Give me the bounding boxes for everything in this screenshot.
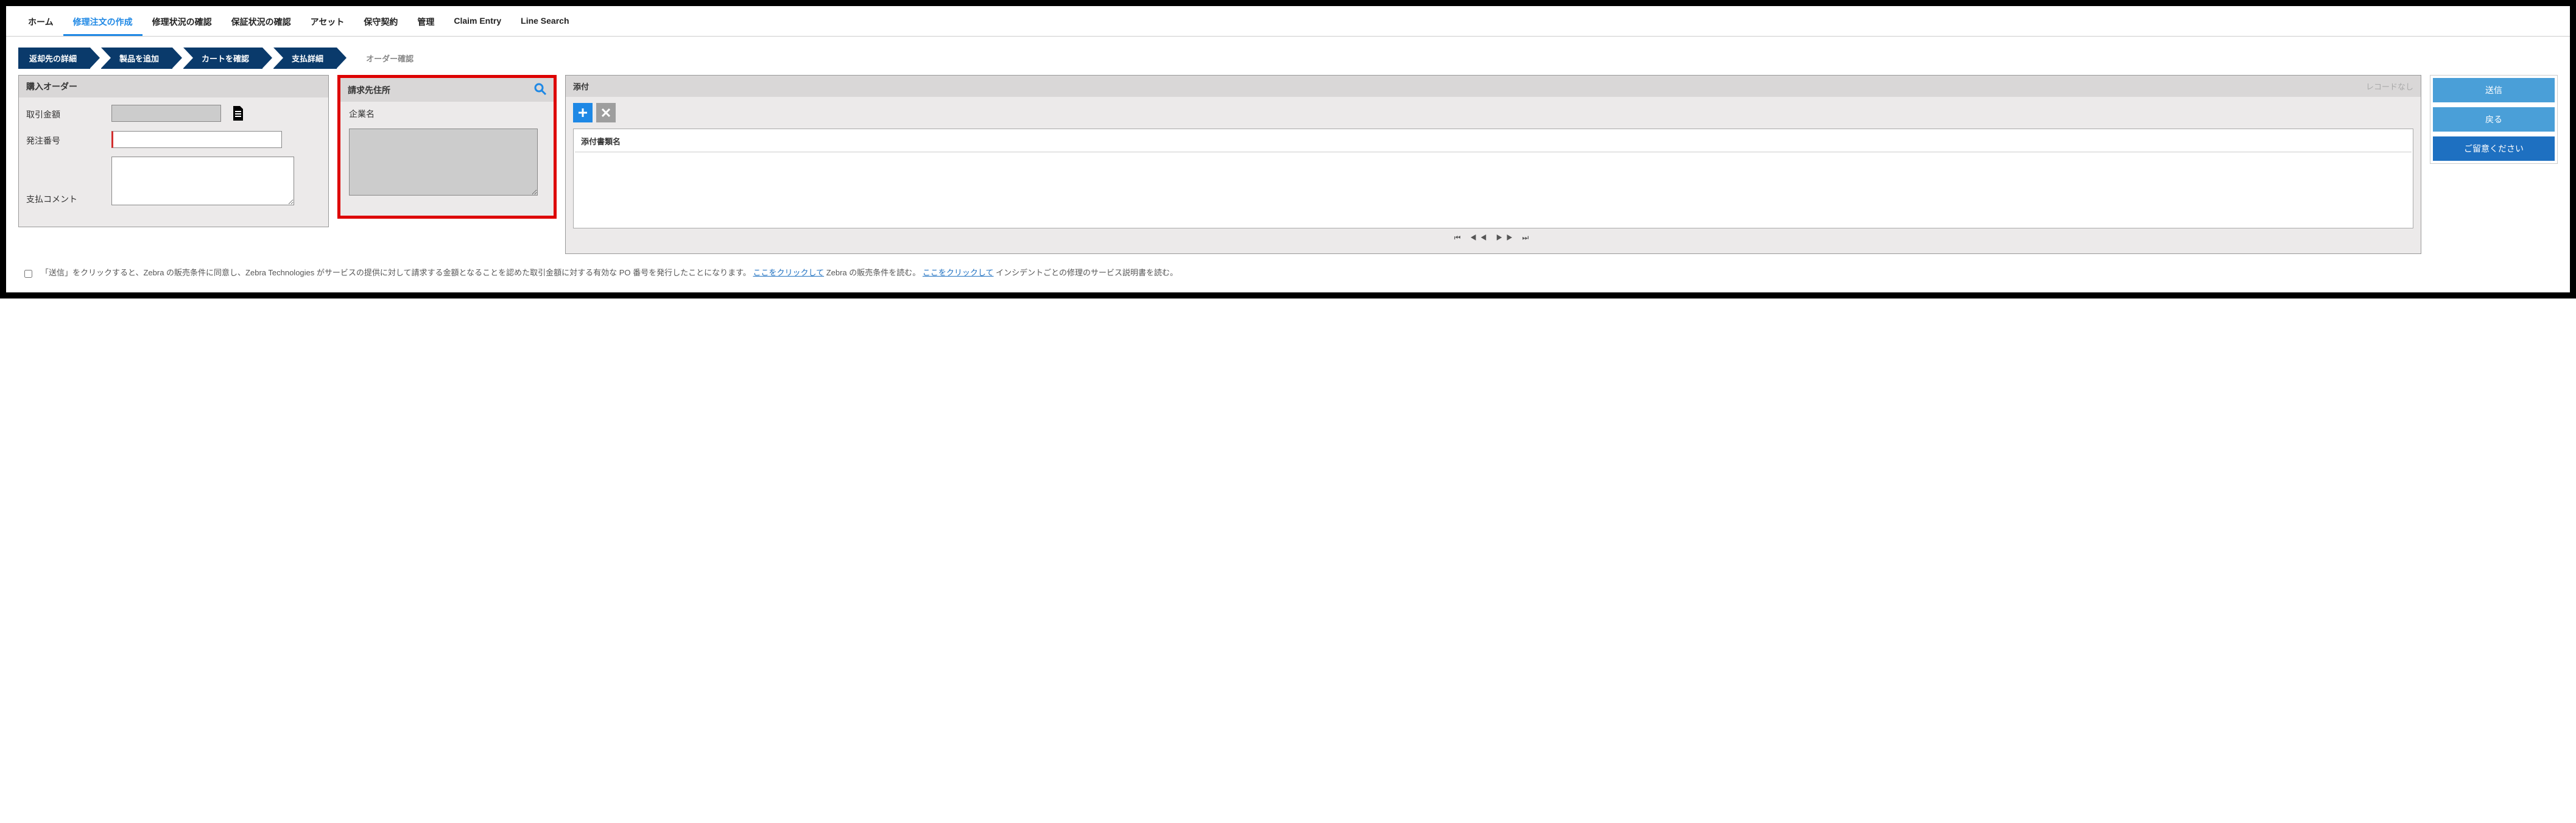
attachments-panel: 添付 レコードなし 添付書類名 ⏮ ◀◀ [565,75,2421,254]
nav-repair-status[interactable]: 修理状況の確認 [143,10,222,36]
attachment-name-column: 添付書類名 [575,130,2412,152]
submit-button[interactable]: 送信 [2433,78,2555,102]
purchase-order-title: 購入オーダー [19,76,328,97]
terms-text: 「送信」をクリックすると、Zebra の販売条件に同意し、Zebra Techn… [41,266,1178,280]
nav-assets[interactable]: アセット [301,10,354,36]
billing-title: 請求先住所 [348,84,390,96]
nav-home[interactable]: ホーム [18,10,63,36]
nav-admin[interactable]: 管理 [407,10,444,36]
purchase-order-panel: 購入オーダー 取引金額 発注番号 [18,75,329,227]
payment-comment-textarea[interactable] [111,157,294,205]
nav-warranty-status[interactable]: 保証状況の確認 [222,10,301,36]
breadcrumb: 返却先の詳細 製品を追加 カートを確認 支払詳細 オーダー確認 [6,37,2570,75]
attachments-title: 添付 [573,80,589,92]
pager-last-icon[interactable]: ⏭ [1522,233,1532,242]
terms-text-2: Zebra の販売条件を読む。 [826,268,921,277]
add-attachment-button[interactable] [573,103,593,122]
pager-first-icon[interactable]: ⏮ [1454,233,1465,242]
pager-prev-icon[interactable]: ◀◀ [1470,233,1490,242]
company-name-label: 企業名 [349,108,545,120]
document-icon[interactable] [232,106,244,122]
step-order-confirm: オーダー確認 [348,48,427,69]
step-add-product[interactable]: 製品を追加 [101,48,172,69]
pager-next-icon[interactable]: ▶▶ [1496,233,1516,242]
nav-create-repair[interactable]: 修理注文の作成 [63,10,143,36]
amount-label: 取引金額 [26,105,111,121]
billing-address-panel: 請求先住所 企業名 [337,75,557,219]
no-records-label: レコードなし [2366,80,2413,92]
back-button[interactable]: 戻る [2433,107,2555,132]
attachments-table: 添付書類名 [573,129,2413,228]
billing-address-textarea [349,129,538,196]
attachments-empty-row [575,154,2412,227]
attachments-pager[interactable]: ⏮ ◀◀ ▶▶ ⏭ [573,228,2413,247]
payment-comment-label: 支払コメント [26,157,111,205]
nav-contract[interactable]: 保守契約 [354,10,407,36]
nav-line-search[interactable]: Line Search [511,10,579,36]
action-buttons: 送信 戻る ご留意ください [2430,75,2558,164]
terms-link-2[interactable]: ここをクリックして [923,268,994,277]
terms-link-1[interactable]: ここをクリックして [753,268,824,277]
po-number-label: 発注番号 [26,131,111,147]
po-number-input[interactable] [111,131,282,148]
terms-text-1: 「送信」をクリックすると、Zebra の販売条件に同意し、Zebra Techn… [41,268,751,277]
terms-row: 「送信」をクリックすると、Zebra の販売条件に同意し、Zebra Techn… [6,254,2570,280]
step-review-cart[interactable]: カートを確認 [183,48,262,69]
step-return-details[interactable]: 返却先の詳細 [18,48,90,69]
delete-attachment-button[interactable] [596,103,616,122]
search-icon[interactable] [534,83,546,97]
note-button[interactable]: ご留意ください [2433,136,2555,161]
amount-input [111,105,221,122]
nav-claim-entry[interactable]: Claim Entry [444,10,511,36]
terms-checkbox[interactable] [24,270,32,278]
terms-text-3: インシデントごとの修理のサービス説明書を読む。 [996,268,1178,277]
top-nav: ホーム 修理注文の作成 修理状況の確認 保証状況の確認 アセット 保守契約 管理… [6,6,2570,37]
step-payment-details[interactable]: 支払詳細 [273,48,337,69]
